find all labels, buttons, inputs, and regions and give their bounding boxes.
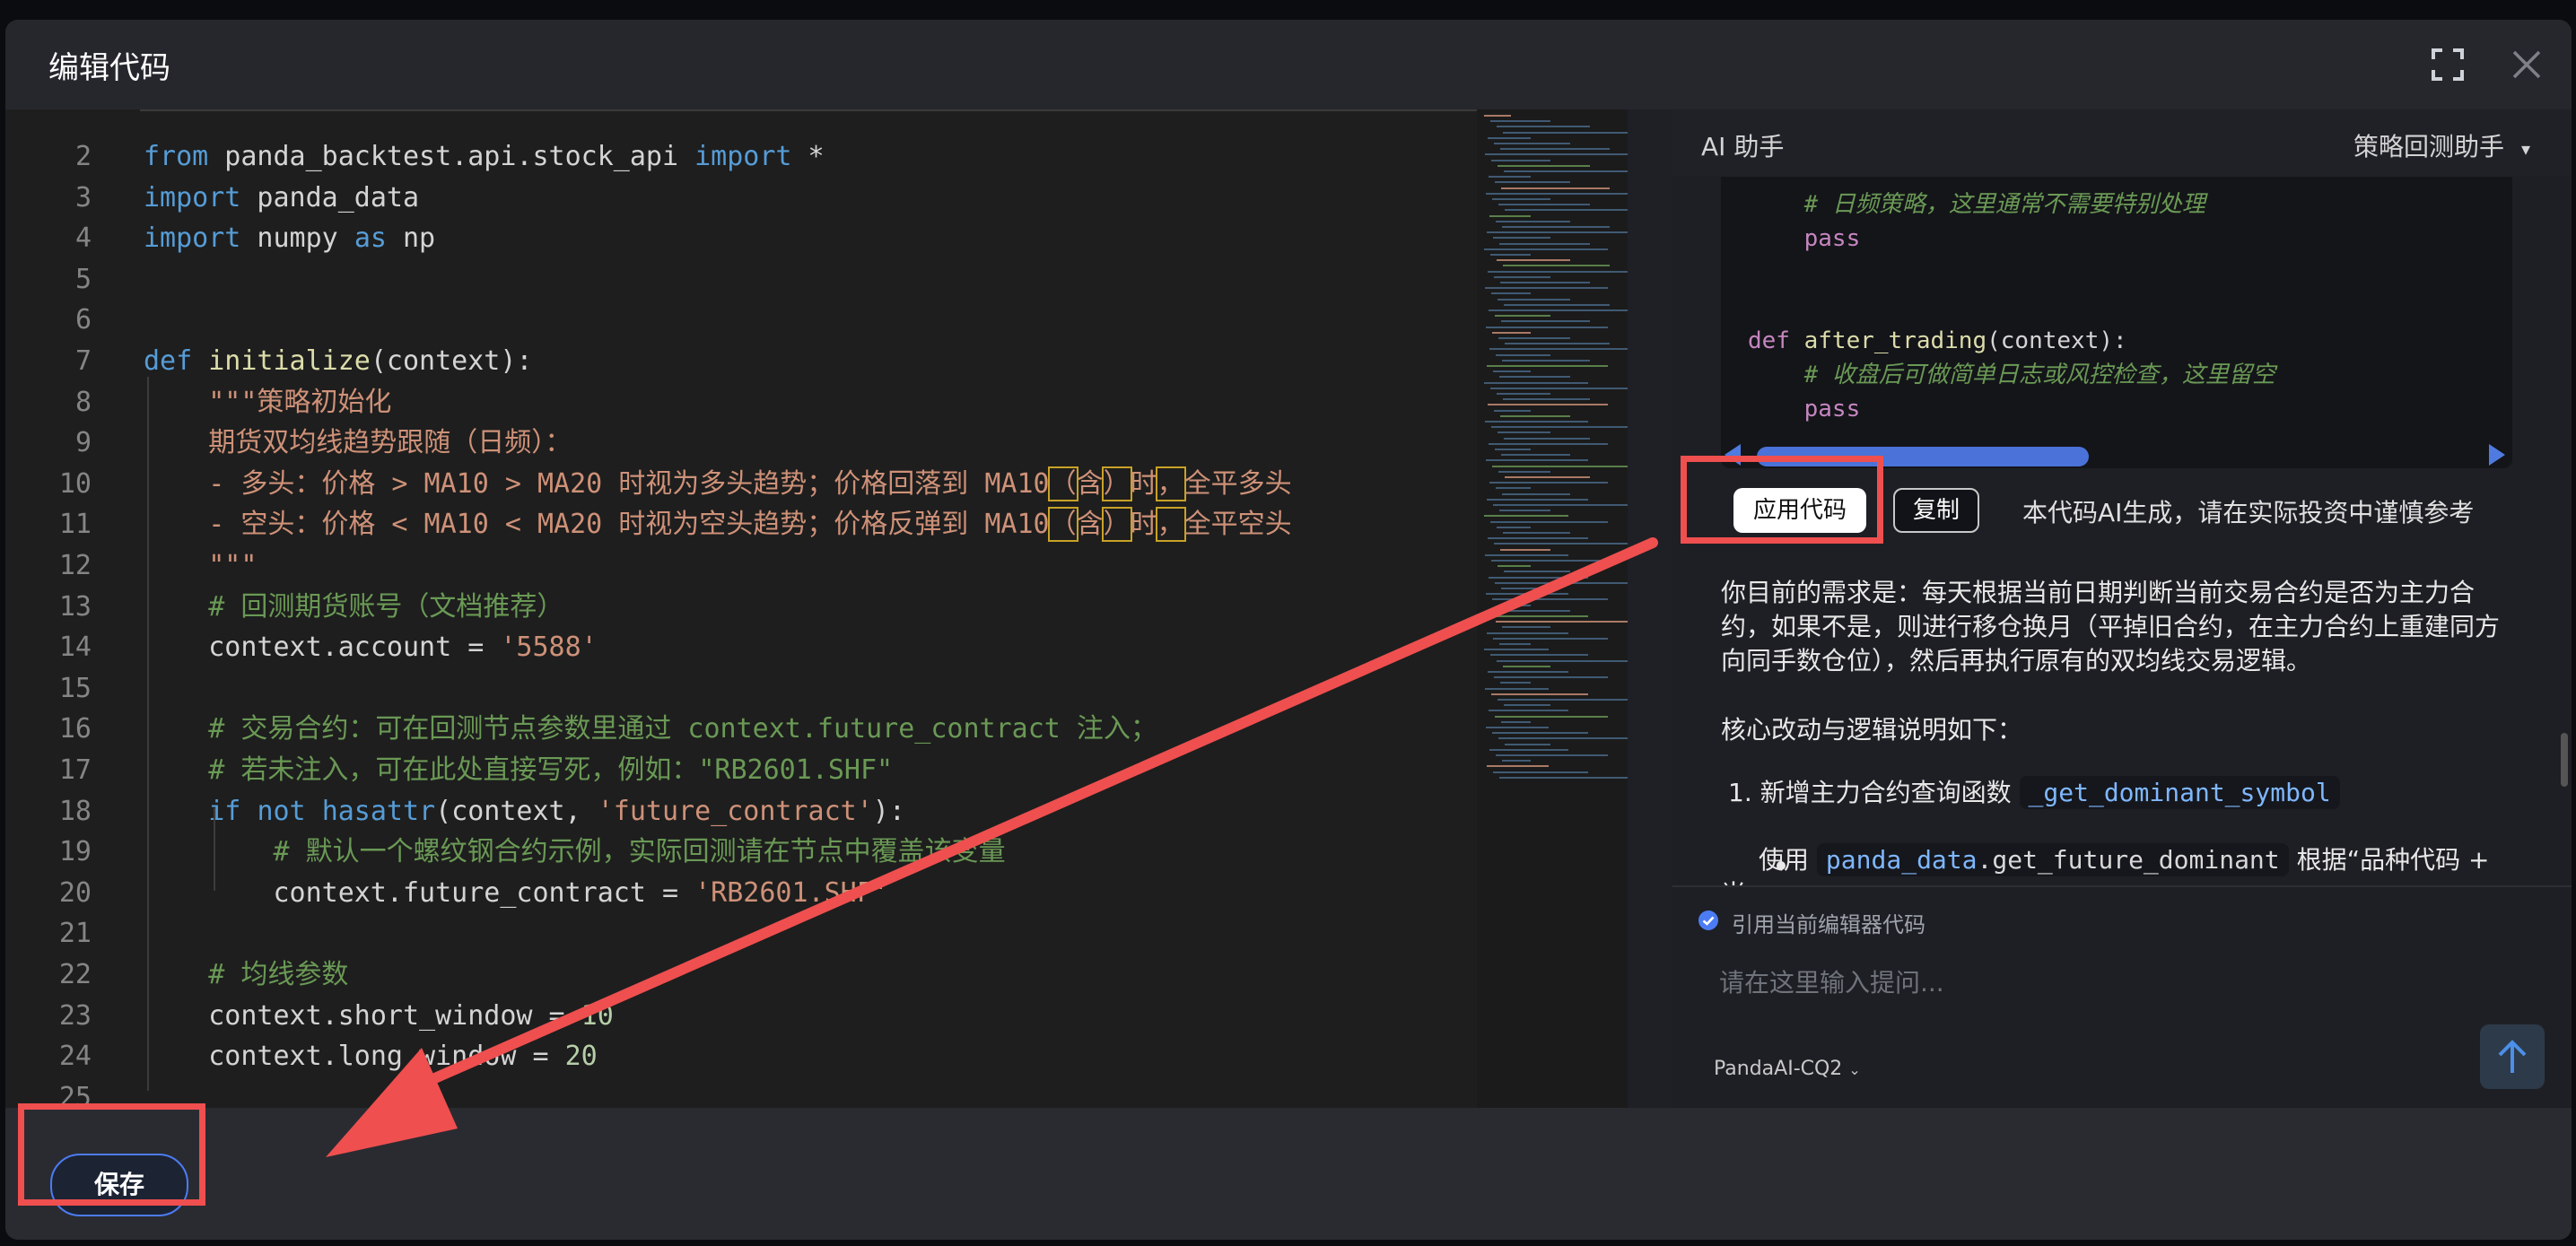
annotation-arrow-line (403, 537, 1658, 1095)
annotation-arrow (326, 537, 1658, 1157)
annotation-arrow-head (326, 1048, 458, 1157)
